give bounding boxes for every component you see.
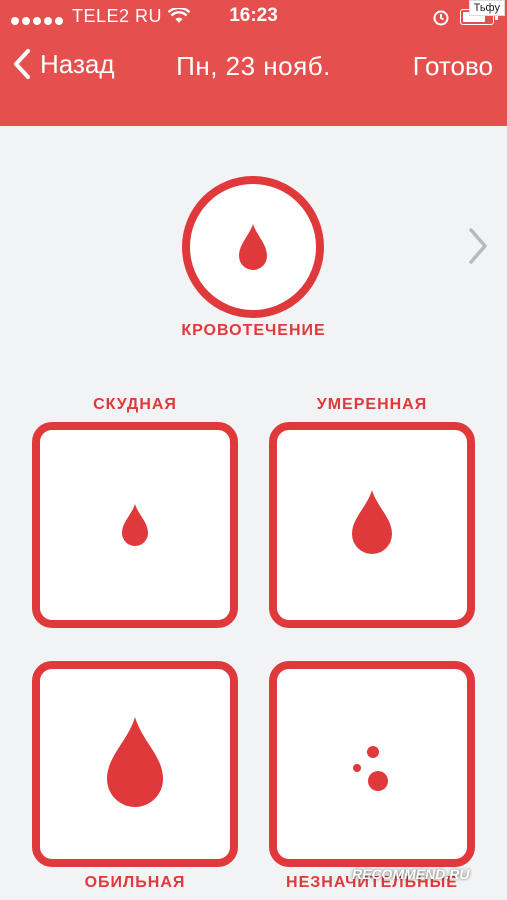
watermark-label: Тьфу (468, 0, 505, 16)
back-button[interactable]: Назад (12, 48, 115, 80)
navigation-bar: Назад Пн, 23 нояб. Готово (0, 40, 507, 96)
option-scant-button[interactable] (32, 422, 238, 628)
option-spotting-button[interactable] (269, 661, 475, 867)
back-button-label: Назад (40, 48, 115, 79)
status-bar: TELE2 RU 16:23 Тьфу (0, 0, 507, 34)
option-moderate-button[interactable] (269, 422, 475, 628)
watermark-recommend: RECOMMEND.RU (352, 866, 470, 882)
clock-time: 16:23 (229, 5, 278, 26)
option-label-moderate: УМЕРЕННАЯ (316, 396, 428, 413)
spotting-dots-icon (353, 746, 388, 791)
chevron-right-icon[interactable] (466, 226, 490, 266)
medium-drop-icon (352, 490, 392, 554)
header-bar: TELE2 RU 16:23 Тьфу Назад Пн, 23 нояб. Г… (0, 0, 507, 126)
large-drop-icon (107, 717, 163, 807)
blood-drop-icon (239, 224, 267, 270)
alarm-clock-icon (432, 8, 450, 31)
option-label-scant: СКУДНАЯ (93, 396, 177, 413)
category-label: КРОВОТЕЧЕНИЕ (181, 322, 326, 339)
option-heavy-button[interactable] (32, 661, 238, 867)
small-drop-icon (122, 504, 148, 546)
bleeding-category-button[interactable] (182, 176, 324, 318)
done-button[interactable]: Готово (413, 51, 493, 82)
chevron-left-icon (14, 49, 30, 79)
option-label-heavy: ОБИЛЬНАЯ (84, 874, 186, 891)
